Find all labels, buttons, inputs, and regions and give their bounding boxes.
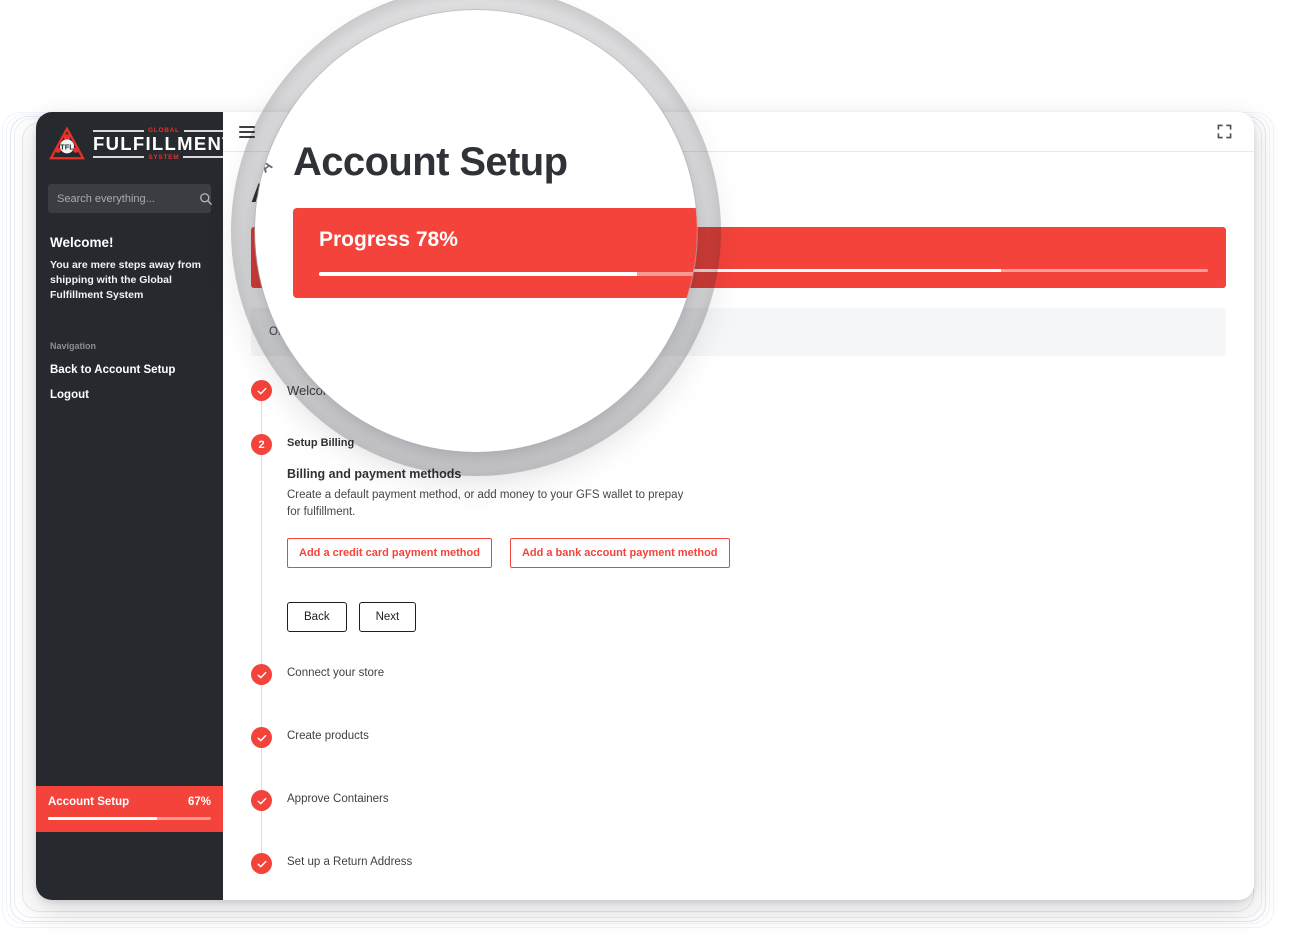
billing-panel: Billing and payment methods Create a def…: [287, 449, 1226, 633]
magnifier-progress-label: Progress 78%: [319, 228, 458, 251]
magnifier-ghost-letter: A: [256, 156, 276, 177]
step-title: Connect your store: [287, 667, 385, 680]
logo-main-word: FULFILLMENT: [93, 133, 235, 155]
step-complete-check-icon: [251, 727, 272, 749]
magnifier-progress-banner: Progress 78%: [293, 208, 697, 298]
setup-stepper: Welcome to the Global Fulfillment System…: [251, 380, 1226, 885]
brand-logo[interactable]: TFL GLOBAL FULFILLMENT SYSTEM: [36, 112, 235, 172]
welcome-text: You are mere steps away from shipping wi…: [50, 259, 201, 302]
step-item-active[interactable]: 2 Setup Billing Billing and payment meth…: [251, 434, 1226, 633]
welcome-block: Welcome! You are mere steps away from sh…: [36, 213, 223, 304]
billing-action-row: Add a credit card payment method Add a b…: [287, 538, 1226, 569]
gfs-triangle-logo-icon: TFL: [48, 126, 86, 162]
hamburger-icon[interactable]: [239, 125, 255, 138]
next-button[interactable]: Next: [358, 602, 417, 633]
add-bank-account-button[interactable]: Add a bank account payment method: [509, 538, 730, 569]
step-title: Create products: [287, 730, 369, 743]
svg-text:TFL: TFL: [60, 143, 74, 152]
search-box[interactable]: [48, 184, 213, 213]
add-credit-card-button[interactable]: Add a credit card payment method: [287, 538, 492, 569]
sidebar-item-logout[interactable]: Logout: [36, 376, 223, 401]
account-setup-progress-track: [48, 817, 211, 820]
step-complete-check-icon: [251, 853, 272, 875]
step-title: Set up a Return Address: [287, 856, 413, 869]
search-input[interactable]: [57, 192, 199, 205]
billing-panel-text: Create a default payment method, or add …: [287, 489, 684, 518]
back-button[interactable]: Back: [287, 602, 347, 633]
screenshot-stage: TFL GLOBAL FULFILLMENT SYSTEM Search eve…: [0, 0, 1291, 939]
step-complete-check-icon: [251, 790, 272, 812]
fullscreen-icon[interactable]: [1217, 124, 1232, 139]
step-title: Approve Containers: [287, 793, 389, 806]
sidebar: TFL GLOBAL FULFILLMENT SYSTEM Search eve…: [36, 112, 235, 900]
welcome-title: Welcome!: [50, 235, 114, 250]
step-item[interactable]: Connect your store: [251, 664, 1226, 696]
wizard-nav-row: Back Next: [287, 602, 1226, 633]
sidebar-item-back-to-account-setup[interactable]: Back to Account Setup: [36, 351, 223, 376]
account-setup-progress-fill: [48, 817, 158, 820]
magnifier-progress-track: [319, 272, 697, 276]
sidebar-account-setup-progress[interactable]: Account Setup 67%: [36, 786, 223, 832]
account-setup-progress-label: Account Setup: [48, 796, 130, 808]
step-complete-check-icon: [251, 664, 272, 686]
magnifier-lens: A Account Setup Progress 78%: [255, 10, 697, 452]
step-item[interactable]: Set up a Return Address: [251, 853, 1226, 885]
navigation-section-label: Navigation: [50, 340, 97, 351]
step-item[interactable]: Approve Containers: [251, 790, 1226, 822]
billing-panel-heading: Billing and payment methods: [287, 467, 462, 482]
account-setup-progress-percent: 67%: [187, 796, 211, 808]
magnifier-progress-fill: [319, 272, 638, 276]
magnifier-page-title: Account Setup: [293, 140, 568, 184]
logo-bottom-word: SYSTEM: [148, 153, 180, 161]
step-item[interactable]: Create products: [251, 727, 1226, 759]
search-icon: [199, 192, 213, 206]
